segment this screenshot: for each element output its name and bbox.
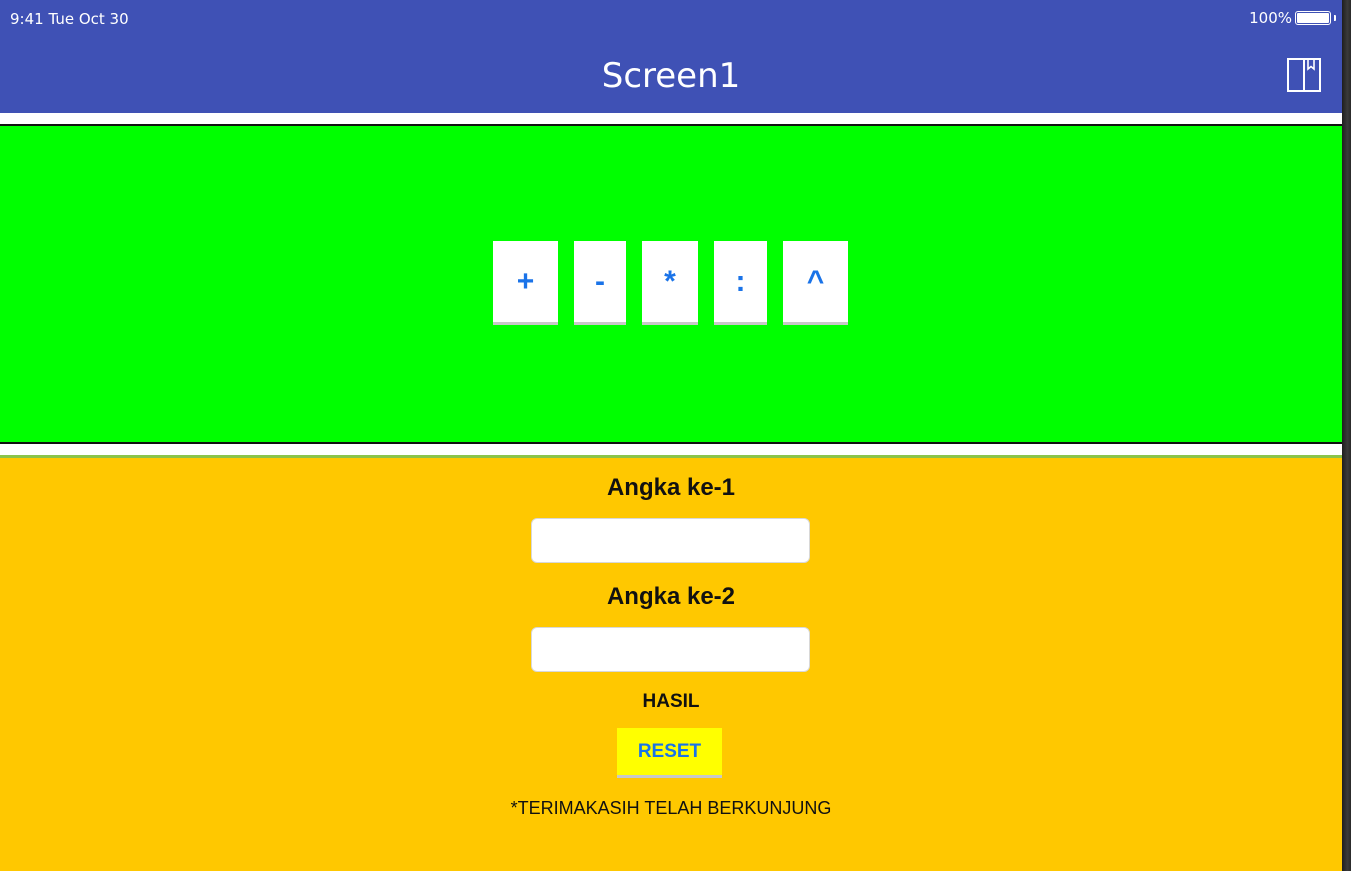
status-bar: 9:41 Tue Oct 30 100% (0, 0, 1342, 40)
battery-tip (1334, 15, 1336, 21)
title-bar: Screen1 (0, 40, 1342, 113)
footer-text: *TERIMAKASIH TELAH BERKUNJUNG (510, 798, 832, 818)
battery-icon (1295, 11, 1331, 25)
reset-button[interactable]: RESET (617, 728, 722, 778)
divide-button[interactable]: : (714, 241, 767, 325)
book-icon[interactable] (1286, 57, 1322, 93)
result-label: HASIL (642, 691, 700, 712)
battery-percent: 100% (1249, 9, 1292, 27)
first-number-label: Angka ke-1 (606, 474, 736, 501)
operator-panel: + - * : ^ (0, 124, 1342, 444)
multiply-button[interactable]: * (642, 241, 698, 325)
app-screen: 9:41 Tue Oct 30 100% Screen1 + - * : ^ A… (0, 0, 1342, 871)
status-time: 9:41 Tue Oct 30 (10, 10, 129, 28)
second-number-label: Angka ke-2 (606, 583, 736, 610)
first-number-input[interactable] (531, 518, 810, 563)
second-number-input[interactable] (531, 627, 810, 672)
plus-button[interactable]: + (493, 241, 558, 325)
battery-fill (1297, 13, 1329, 23)
input-panel: Angka ke-1 Angka ke-2 HASIL RESET *TERIM… (0, 458, 1342, 871)
device-edge (1342, 0, 1351, 871)
status-indicators: 100% (1249, 9, 1336, 27)
page-title: Screen1 (601, 56, 741, 96)
power-button[interactable]: ^ (783, 241, 848, 325)
minus-button[interactable]: - (574, 241, 626, 325)
